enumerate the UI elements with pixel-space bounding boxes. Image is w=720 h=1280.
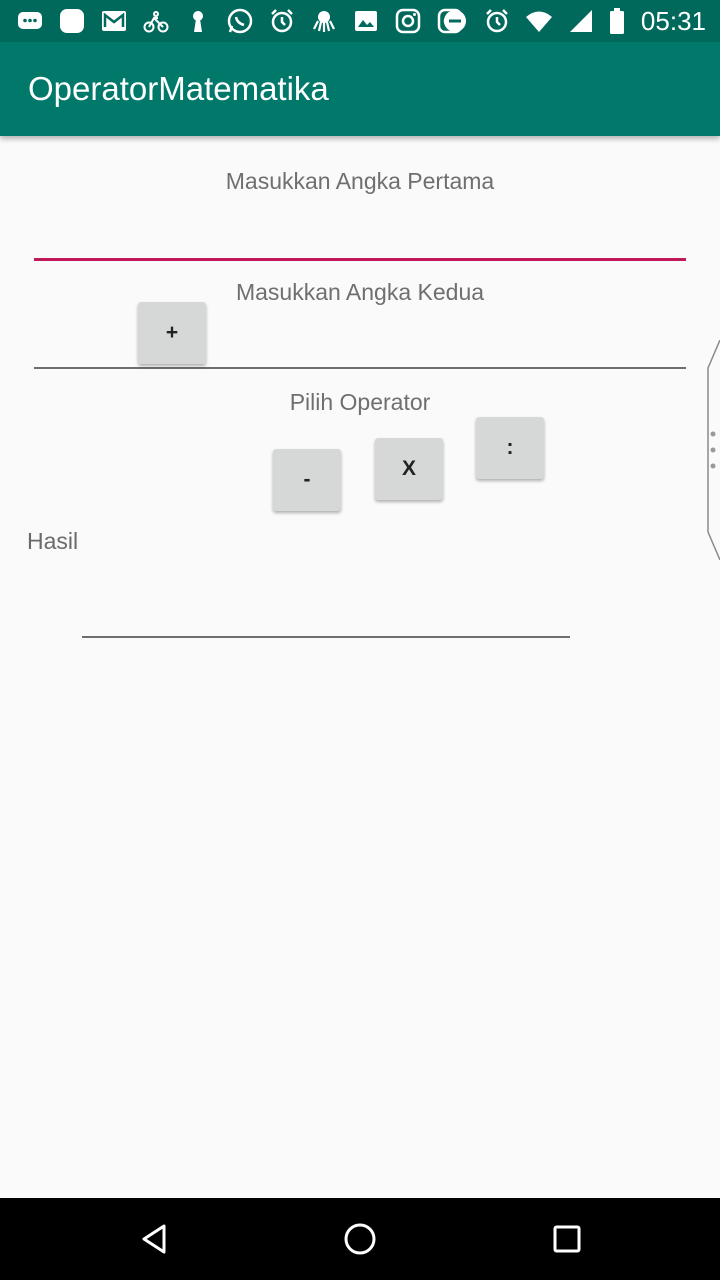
whatsapp-icon (224, 6, 256, 36)
result-label: Hasil (27, 528, 79, 554)
octopus-icon (308, 6, 340, 36)
app-bar: OperatorMatematika (0, 42, 720, 136)
do-not-disturb-icon (439, 6, 471, 36)
alarm-icon (481, 6, 513, 36)
instagram-icon (392, 6, 424, 36)
battery-icon (607, 6, 627, 36)
edge-panel-handle[interactable] (700, 339, 720, 565)
gmail-icon (98, 6, 130, 36)
blank-notification-icon (56, 6, 88, 36)
app-title: OperatorMatematika (28, 70, 329, 107)
operator-label: Pilih Operator (289, 389, 431, 415)
wifi-icon (523, 6, 555, 36)
navigation-bar (0, 1198, 720, 1280)
message-icon (14, 6, 46, 36)
second-number-input[interactable] (34, 318, 686, 369)
notification-icons (14, 6, 466, 36)
minus-button[interactable]: - (273, 449, 341, 511)
result-field (82, 588, 570, 638)
first-number-input[interactable] (34, 210, 686, 261)
multiply-button[interactable]: X (375, 438, 443, 500)
first-number-label: Masukkan Angka Pertama (225, 168, 495, 194)
status-time: 05:31 (640, 5, 706, 36)
screen: 05:31 OperatorMatematika Masukkan Angka … (0, 0, 720, 1280)
second-number-label: Masukkan Angka Kedua (235, 279, 485, 305)
system-icons: 05:31 (439, 6, 706, 36)
bike-icon (140, 6, 172, 36)
home-icon[interactable] (337, 1216, 383, 1262)
alarm-icon (266, 6, 298, 36)
image-icon (350, 6, 382, 36)
signal-icon (565, 6, 597, 36)
keyhole-icon (182, 6, 214, 36)
recents-icon[interactable] (544, 1216, 590, 1262)
status-bar: 05:31 (0, 0, 720, 42)
back-icon[interactable] (131, 1216, 177, 1262)
plus-button[interactable]: + (138, 302, 206, 364)
divide-button[interactable]: : (476, 417, 544, 479)
